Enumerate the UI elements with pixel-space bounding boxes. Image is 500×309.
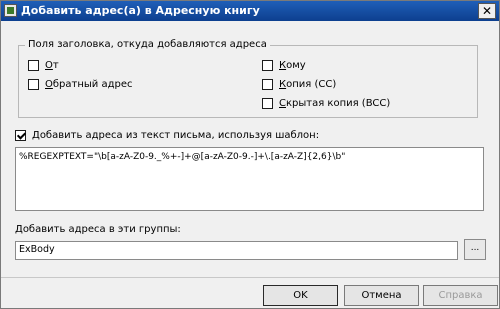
checkbox-to-box[interactable] [262, 60, 273, 71]
checkbox-use-template[interactable]: Добавить адреса из текст письма, использ… [15, 130, 319, 141]
checkbox-cc-box[interactable] [262, 79, 273, 90]
window-title: Добавить адрес(а) в Адресную книгу [21, 4, 260, 17]
help-button[interactable]: Справка [423, 285, 498, 306]
checkbox-from-box[interactable] [28, 60, 39, 71]
groups-label: Добавить адреса в эти группы: [15, 224, 181, 235]
groups-input[interactable]: ExBody [15, 241, 458, 260]
checkbox-cc[interactable]: Копия (CC) [262, 79, 336, 90]
checkbox-to-label: Кому [279, 60, 306, 71]
template-textarea[interactable]: %REGEXPTEXT="\b[a-zA-Z0-9._%+-]+@[a-zA-Z… [15, 147, 484, 211]
add-address-dialog: Добавить адрес(а) в Адресную книгу ✕ Пол… [0, 0, 500, 309]
checkbox-cc-label: Копия (CC) [279, 79, 337, 90]
checkbox-bcc-label: Скрытая копия (BCC) [279, 98, 391, 109]
header-fields-group-title: Поля заголовка, откуда добавляются адрес… [25, 39, 270, 50]
browse-groups-button[interactable]: ... [464, 239, 486, 260]
divider [1, 277, 499, 278]
ok-button[interactable]: OK [263, 285, 338, 306]
checkbox-reply-to[interactable]: Обратный адрес [28, 79, 133, 90]
checkbox-use-template-box[interactable] [15, 130, 26, 141]
app-icon [4, 4, 17, 17]
title-bar: Добавить адрес(а) в Адресную книгу ✕ [1, 1, 499, 21]
close-button[interactable]: ✕ [478, 3, 496, 19]
checkbox-bcc-box[interactable] [262, 98, 273, 109]
cancel-button[interactable]: Отмена [344, 285, 419, 306]
checkbox-from-label: От [45, 60, 59, 71]
checkbox-reply-to-label: Обратный адрес [45, 79, 133, 90]
checkbox-use-template-label: Добавить адреса из текст письма, использ… [32, 130, 320, 141]
checkbox-reply-to-box[interactable] [28, 79, 39, 90]
checkbox-to[interactable]: Кому [262, 60, 306, 71]
checkbox-from[interactable]: От [28, 60, 59, 71]
checkbox-bcc[interactable]: Скрытая копия (BCC) [262, 98, 390, 109]
